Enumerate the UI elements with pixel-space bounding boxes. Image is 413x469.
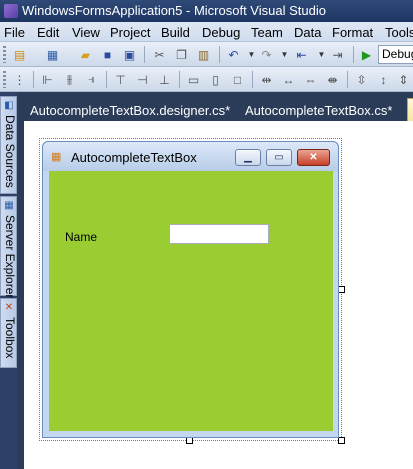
doc-tab-designer-cs[interactable]: AutocompleteTextBox.designer.cs* [22,98,238,121]
menu-format[interactable]: Format [332,25,373,40]
navigate-backward-icon[interactable]: ⇤ [294,47,309,62]
window-title: WindowsFormsApplication5 - Microsoft Vis… [22,3,326,18]
start-debugging-icon[interactable]: ▶ [359,47,374,62]
menu-debug[interactable]: Debug [202,25,240,40]
cut-icon[interactable]: ✂ [152,47,167,62]
add-item-icon[interactable]: ▦ [45,47,60,62]
remove-horizontal-spacing-icon[interactable]: ⇼ [325,72,340,87]
resize-handle-bottom-right[interactable] [338,437,345,444]
menu-project[interactable]: Project [110,25,150,40]
make-same-height-icon[interactable]: ▯ [208,72,223,87]
side-tab-label: Data Sources [3,115,17,188]
visual-studio-icon [4,4,18,18]
doc-tab-cs[interactable]: AutocompleteTextBox.cs* [237,98,400,121]
side-tab-data-sources[interactable]: ◧ Data Sources [0,96,17,194]
form-title: AutocompleteTextBox [71,150,197,165]
form-title-bar: ▦ AutocompleteTextBox ▁ ▭ ✕ [43,142,338,171]
menu-team[interactable]: Team [251,25,283,40]
decrease-horizontal-spacing-icon[interactable]: ⇔ [303,72,318,87]
maximize-button[interactable]: ▭ [266,149,292,166]
navigate-dropdown-icon[interactable]: ▼ [314,47,329,62]
make-same-size-icon[interactable]: □ [230,72,245,87]
toolbar-grip[interactable] [3,46,6,63]
menu-bar: File Edit View Project Build Debug Team … [0,22,413,42]
resize-handle-bottom[interactable] [186,437,193,444]
menu-edit[interactable]: Edit [37,25,59,40]
increase-vertical-spacing-icon[interactable]: ↕ [376,72,391,87]
layout-toolbar: ⋮ ⊩ ⫵ ⫣ ⊤ ⊣ ⊥ ▭ ▯ □ ⇹ ↔ ⇔ ⇼ ⇳ ↕ ⇕ [0,67,413,92]
toolbar-separator [252,71,253,88]
increase-horizontal-spacing-icon[interactable]: ↔ [281,72,296,87]
window-title-bar: WindowsFormsApplication5 - Microsoft Vis… [0,0,413,22]
minimize-button[interactable]: ▁ [235,149,261,166]
align-centers-icon[interactable]: ⫵ [62,72,77,87]
align-to-grid-icon[interactable]: ⋮ [12,72,27,87]
side-tab-toolbox[interactable]: ✕ Toolbox [0,298,17,368]
make-same-width-icon[interactable]: ▭ [186,72,201,87]
horizontal-spacing-icon[interactable]: ⇹ [259,72,274,87]
save-all-icon[interactable]: ▣ [122,47,137,62]
form-client-area: Name [49,171,333,431]
align-bottoms-icon[interactable]: ⊥ [157,72,172,87]
standard-toolbar: ▤ ▦ ▰ ■ ▣ ✂ ❐ ▥ ↶ ▼ ↷ ▼ ⇤ ▼ ⇥ ▶ Debug [0,42,413,67]
copy-icon[interactable]: ❐ [174,47,189,62]
toolbar-separator [106,71,107,88]
redo-icon[interactable]: ↷ [259,47,274,62]
align-lefts-icon[interactable]: ⊩ [40,72,55,87]
menu-tools[interactable]: Tools [385,25,413,40]
vertical-spacing-icon[interactable]: ⇳ [354,72,369,87]
name-textbox[interactable] [169,224,269,244]
paste-icon[interactable]: ▥ [196,47,211,62]
undo-dropdown-icon[interactable]: ▼ [244,47,259,62]
toolbox-icon: ✕ [4,302,14,313]
resize-handle-right[interactable] [338,286,345,293]
new-project-icon[interactable]: ▤ [12,47,27,62]
menu-file[interactable]: File [4,25,25,40]
align-tops-icon[interactable]: ⊤ [113,72,128,87]
solution-configuration-select[interactable]: Debug [378,45,413,64]
side-tab-label: Server Explorer [3,215,17,299]
side-tab-server-explorer[interactable]: ▦ Server Explorer [0,196,17,299]
navigate-forward-icon[interactable]: ⇥ [330,47,345,62]
toolbar-separator [219,46,220,63]
document-tab-bar: AutocompleteTextBox.designer.cs* Autocom… [17,92,413,121]
toolbar-separator [353,46,354,63]
data-sources-icon: ◧ [4,100,14,111]
open-file-icon[interactable]: ▰ [78,47,93,62]
toolbar-separator [33,71,34,88]
close-button[interactable]: ✕ [297,149,330,166]
server-explorer-icon: ▦ [4,200,14,211]
redo-dropdown-icon[interactable]: ▼ [277,47,292,62]
align-middles-icon[interactable]: ⊣ [135,72,150,87]
doc-tab-form-designer[interactable] [407,98,413,121]
align-rights-icon[interactable]: ⫣ [84,72,99,87]
form-icon: ▦ [51,151,62,163]
menu-data[interactable]: Data [294,25,321,40]
toolbar-separator [144,46,145,63]
undo-icon[interactable]: ↶ [226,47,241,62]
decrease-vertical-spacing-icon[interactable]: ⇕ [396,72,411,87]
toolbar-grip[interactable] [3,71,6,88]
toolbar-separator [347,71,348,88]
form-window[interactable]: ▦ AutocompleteTextBox ▁ ▭ ✕ Name [42,141,339,438]
name-label: Name [65,230,98,244]
toolbar-separator [179,71,180,88]
side-tab-label: Toolbox [3,317,17,359]
save-icon[interactable]: ■ [100,47,115,62]
tool-window-tabs: ◧ Data Sources ▦ Server Explorer ✕ Toolb… [0,92,17,469]
menu-view[interactable]: View [72,25,100,40]
menu-build[interactable]: Build [161,25,190,40]
